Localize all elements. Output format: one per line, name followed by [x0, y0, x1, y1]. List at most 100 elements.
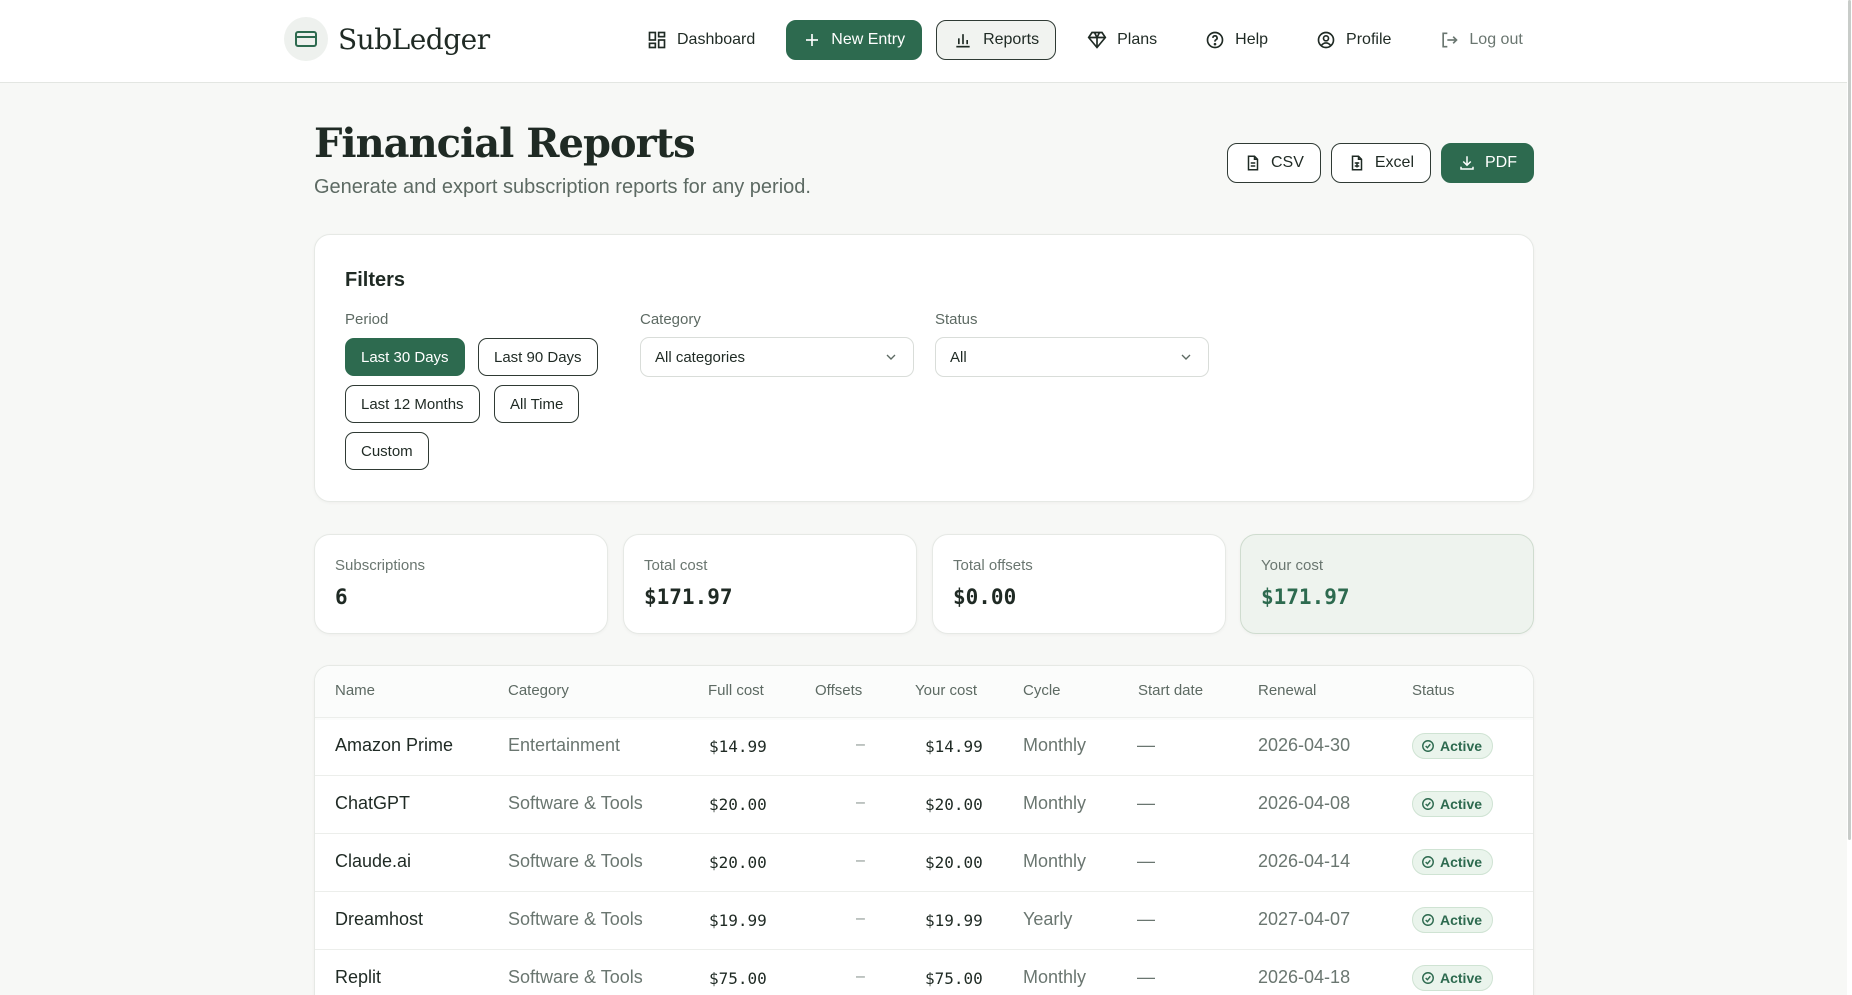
cell-renewal: 2027-04-07: [1258, 909, 1351, 929]
cell-renewal: 2026-04-30: [1258, 735, 1351, 755]
brand[interactable]: SubLedger: [284, 17, 490, 61]
cell-name: Claude.ai: [335, 851, 412, 871]
cell-full-cost: $20.00: [709, 853, 767, 872]
nav-reports-label: Reports: [983, 31, 1040, 48]
bar-chart-icon: [956, 34, 970, 48]
scrollbar[interactable]: [1847, 0, 1852, 995]
column-header-name[interactable]: Name: [335, 682, 375, 699]
export-csv-button[interactable]: CSV: [1226, 143, 1321, 183]
help-icon: [1206, 31, 1224, 49]
cell-renewal: 2026-04-14: [1258, 851, 1351, 871]
cell-name: ChatGPT: [335, 793, 411, 813]
table-row[interactable]: Replit Software & Tools $75.00 – $75.00 …: [315, 949, 1533, 995]
export-csv-label: CSV: [1270, 154, 1304, 171]
scrollbar-thumb[interactable]: [1848, 0, 1851, 840]
chevron-down-icon: [1181, 354, 1191, 360]
filters-card: Filters Period Last 30 Days Last 90 Days…: [314, 234, 1534, 502]
table-row[interactable]: ChatGPT Software & Tools $20.00 – $20.00…: [315, 775, 1533, 833]
cell-category: Software & Tools: [508, 967, 643, 987]
logout-icon: [1442, 32, 1459, 48]
check-circle-icon: [1422, 914, 1434, 926]
export-pdf-label: PDF: [1485, 154, 1517, 171]
cell-start-date: —: [1137, 793, 1155, 813]
gem-icon: [1087, 31, 1107, 49]
column-header-cycle[interactable]: Cycle: [1023, 682, 1061, 699]
cell-category: Entertainment: [508, 735, 621, 755]
column-header-status[interactable]: Status: [1412, 682, 1455, 699]
table-row[interactable]: Amazon Prime Entertainment $14.99 – $14.…: [315, 717, 1533, 775]
period-chip-custom[interactable]: Custom: [345, 432, 429, 470]
table-row[interactable]: Claude.ai Software & Tools $20.00 – $20.…: [315, 833, 1533, 891]
period-chip-last-30-days[interactable]: Last 30 Days: [345, 338, 465, 376]
status-select-value: All: [950, 348, 967, 366]
column-header-start-date[interactable]: Start date: [1138, 682, 1203, 699]
table-row[interactable]: Dreamhost Software & Tools $19.99 – $19.…: [315, 891, 1533, 949]
check-circle-icon: [1422, 798, 1434, 810]
status-badge: Active: [1412, 791, 1494, 817]
cell-renewal: 2026-04-18: [1258, 967, 1351, 987]
cell-offsets: –: [856, 910, 865, 927]
status-badge-label: Active: [1440, 912, 1483, 928]
cell-your-cost: $19.99: [925, 911, 983, 930]
nav-profile-label: Profile: [1346, 31, 1392, 48]
cell-offsets: –: [856, 968, 865, 985]
status-label: Status: [935, 311, 978, 328]
cell-your-cost: $20.00: [925, 853, 983, 872]
dashboard-icon: [648, 31, 666, 49]
export-excel-label: Excel: [1374, 154, 1414, 171]
stat-value: $171.97: [1261, 585, 1350, 609]
stat-subscriptions: Subscriptions 6: [314, 534, 608, 634]
stat-total-offsets: Total offsets $0.00: [932, 534, 1226, 634]
export-excel-button[interactable]: Excel: [1330, 143, 1431, 183]
cell-your-cost: $20.00: [925, 795, 983, 814]
cell-category: Software & Tools: [508, 793, 643, 813]
check-circle-icon: [1422, 740, 1434, 752]
status-badge-label: Active: [1440, 970, 1483, 986]
period-chip-last-90-days[interactable]: Last 90 Days: [478, 338, 598, 376]
status-badge-label: Active: [1440, 854, 1483, 870]
stat-label: Your cost: [1261, 557, 1323, 574]
cell-name: Dreamhost: [335, 909, 424, 929]
stat-value: $0.00: [953, 585, 1017, 609]
category-label: Category: [640, 311, 701, 328]
cell-cycle: Monthly: [1023, 735, 1087, 755]
main-nav: Dashboard New Entry Reports Plans Help P…: [630, 20, 1554, 60]
period-chip-all-time[interactable]: All Time: [494, 385, 580, 423]
cell-offsets: –: [856, 794, 865, 811]
nav-dashboard[interactable]: Dashboard: [630, 20, 772, 60]
stat-value: $171.97: [644, 585, 733, 609]
new-entry-button[interactable]: New Entry: [786, 20, 923, 60]
column-header-full-cost[interactable]: Full cost: [708, 682, 764, 699]
nav-reports[interactable]: Reports: [936, 20, 1057, 60]
nav-help[interactable]: Help: [1188, 20, 1285, 60]
category-select-value: All categories: [655, 348, 746, 366]
export-actions: CSV Excel PDF: [1217, 143, 1534, 183]
column-header-category[interactable]: Category: [508, 682, 569, 699]
cell-full-cost: $75.00: [709, 969, 767, 988]
status-select[interactable]: All: [935, 337, 1209, 377]
stat-total-cost: Total cost $171.97: [623, 534, 917, 634]
cell-cycle: Monthly: [1023, 967, 1087, 987]
status-badge: Active: [1412, 907, 1494, 933]
status-badge: Active: [1412, 965, 1494, 991]
cell-start-date: —: [1137, 967, 1155, 987]
column-header-offsets[interactable]: Offsets: [815, 682, 862, 699]
column-header-renewal[interactable]: Renewal: [1258, 682, 1316, 699]
category-select[interactable]: All categories: [640, 337, 914, 377]
nav-plans-label: Plans: [1117, 31, 1158, 48]
download-icon: [1460, 156, 1474, 170]
cell-cycle: Yearly: [1023, 909, 1073, 929]
nav-logout[interactable]: Log out: [1422, 20, 1539, 60]
column-header-your-cost[interactable]: Your cost: [915, 682, 977, 699]
chevron-down-icon: [886, 354, 896, 360]
status-badge-label: Active: [1440, 738, 1483, 754]
period-chip-last-12-months[interactable]: Last 12 Months: [345, 385, 480, 423]
cell-offsets: –: [856, 736, 865, 753]
cell-name: Replit: [335, 967, 382, 987]
export-pdf-button[interactable]: PDF: [1441, 143, 1534, 183]
period-label: Period: [345, 311, 389, 328]
nav-plans[interactable]: Plans: [1070, 20, 1174, 60]
stat-value: 6: [335, 585, 348, 609]
nav-profile[interactable]: Profile: [1299, 20, 1408, 60]
stat-label: Total offsets: [953, 557, 1033, 574]
